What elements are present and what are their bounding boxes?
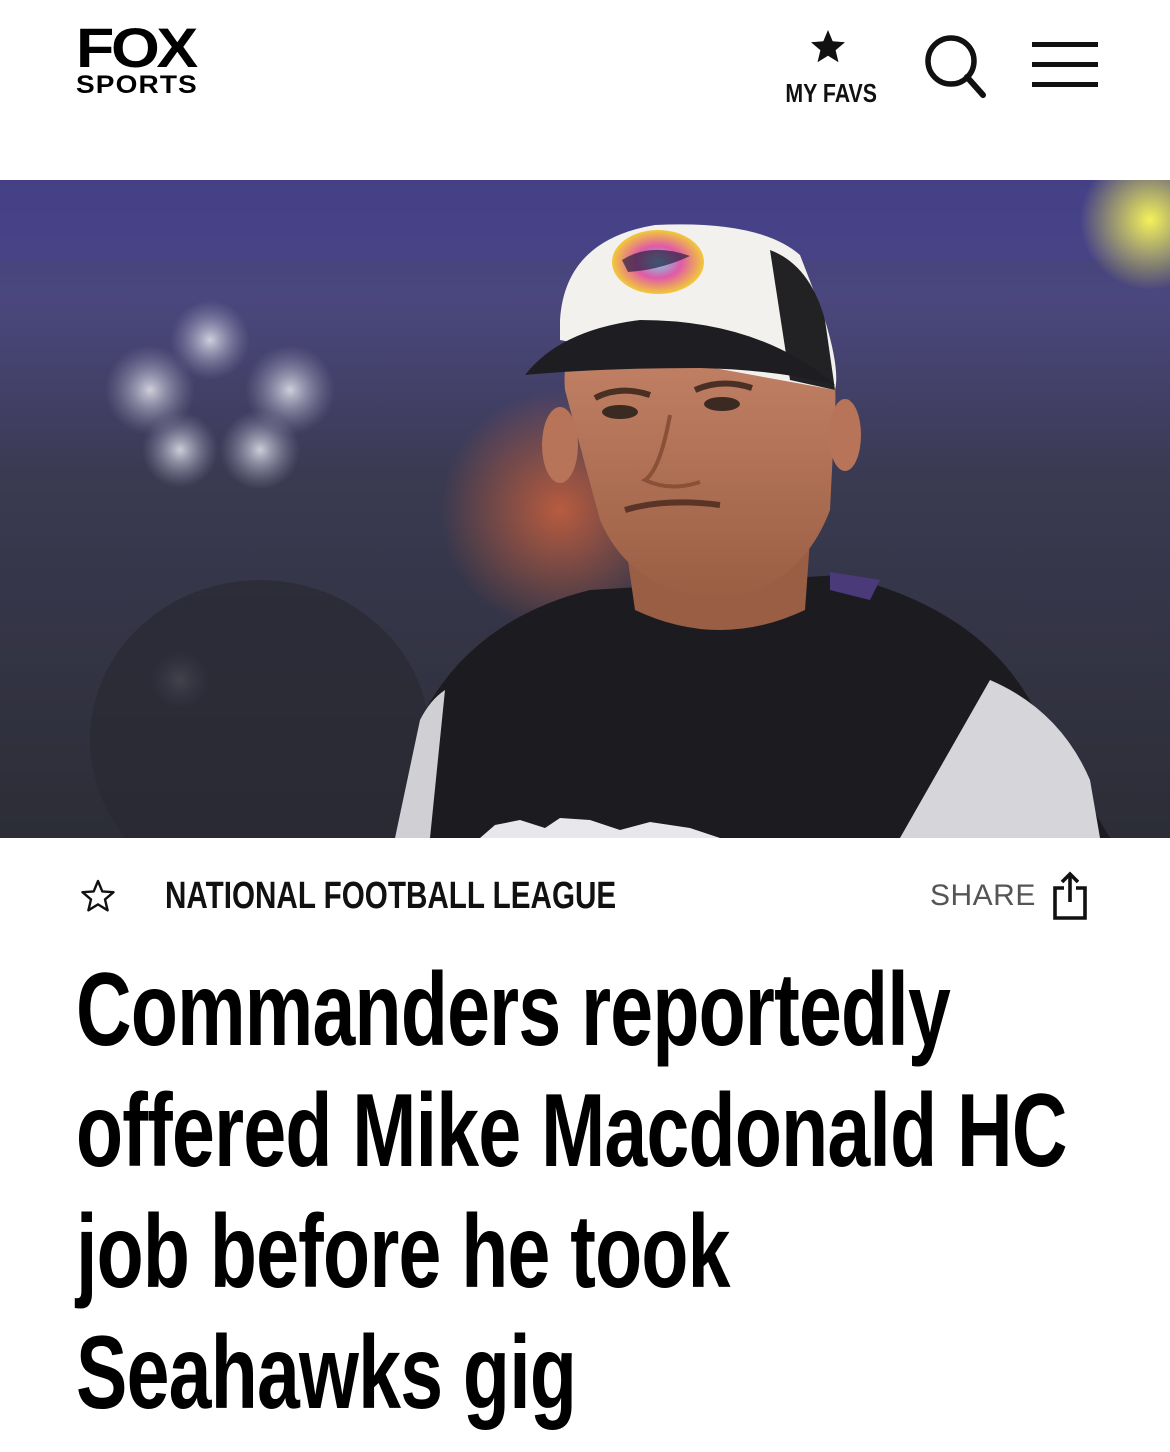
fox-sports-logo[interactable]: FOX SPORTS — [76, 16, 206, 102]
menu-bar — [1032, 62, 1098, 67]
star-outline-icon[interactable] — [80, 878, 116, 914]
menu-bar — [1032, 82, 1098, 87]
site-header: FOX SPORTS MY FAVS — [0, 0, 1170, 180]
search-icon[interactable] — [920, 30, 990, 100]
hamburger-menu-icon[interactable] — [1032, 42, 1098, 90]
hero-image[interactable] — [0, 180, 1170, 838]
article-headline: Commanders reportedly offered Mike Macdo… — [76, 952, 1067, 1431]
my-favs-button[interactable]: MY FAVS — [776, 26, 880, 116]
logo-sports-text: SPORTS — [76, 71, 198, 99]
my-favs-label: MY FAVS — [785, 78, 877, 108]
menu-bar — [1032, 42, 1098, 47]
star-icon — [811, 30, 845, 63]
category-label[interactable]: NATIONAL FOOTBALL LEAGUE — [165, 873, 616, 919]
logo-fox-text: FOX — [76, 16, 198, 79]
share-icon[interactable] — [1050, 870, 1090, 922]
share-label[interactable]: SHARE — [930, 878, 1036, 914]
